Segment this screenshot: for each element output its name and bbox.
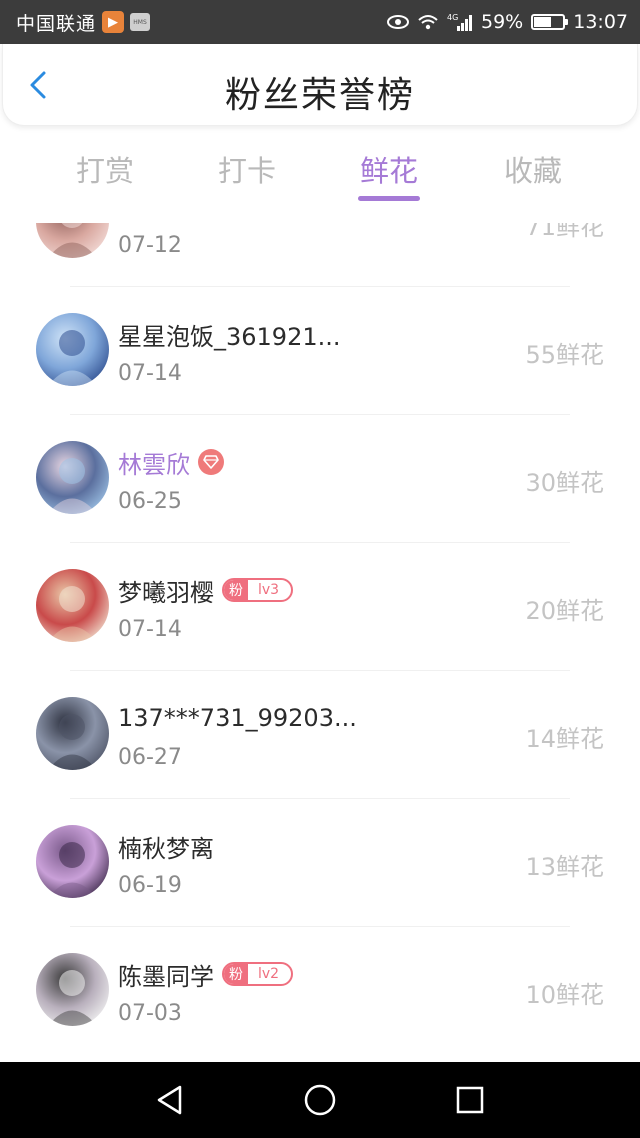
ranking-row[interactable]: 星星泡饭_361921... 07-14 55鲜花 [0,286,640,414]
tab-label: 收藏 [503,154,562,188]
user-name[interactable]: 星星泡饭_361921... [118,317,341,352]
network-type-label: 4G [447,13,458,22]
gift-date: 06-25 [118,489,182,514]
status-bar: 中国联通 ▶ HMS 4G 59% 13:07 [0,0,640,44]
gift-date: 07-14 [118,617,182,642]
user-name[interactable]: 137***731_99203... [118,704,357,732]
flower-count: 30鲜花 [525,469,604,497]
tab-3[interactable]: 收藏 [462,140,604,210]
circle-home-icon [304,1084,336,1116]
name-line: 梦曦羽樱粉 lv3 [118,573,294,608]
user-name[interactable]: 也渡 [118,223,166,224]
fan-level-badge: 粉 lv2 [222,962,294,986]
name-line: 楠秋梦离 [118,829,214,864]
fan-badge-label: 粉 [224,964,248,984]
ranking-row[interactable]: 也渡 07-12 71鲜花 [0,223,640,286]
flower-count: 13鲜花 [525,853,604,881]
fan-badge-level: lv2 [258,966,280,982]
app-notification-icon: ▶ [102,11,125,33]
nav-recents-button[interactable] [450,1080,490,1120]
gift-date: 07-12 [118,233,182,258]
ranking-row[interactable]: 林雲欣 06-25 30鲜花 [0,414,640,542]
tab-2[interactable]: 鲜花 [318,140,460,210]
avatar[interactable] [36,313,109,386]
tab-label: 鲜花 [359,154,418,188]
carrier-name: 中国联通 [16,12,97,35]
square-recents-icon [456,1086,484,1114]
user-name[interactable]: 陈墨同学 [118,957,214,992]
avatar[interactable] [36,697,109,770]
name-line: 陈墨同学粉 lv2 [118,957,294,992]
triangle-back-icon [157,1085,182,1115]
user-name[interactable]: 梦曦羽樱 [118,573,214,608]
name-line: 林雲欣 [118,445,224,480]
ranking-row[interactable]: 楠秋梦离 06-19 13鲜花 [0,798,640,926]
user-name[interactable]: 楠秋梦离 [118,829,214,864]
tab-bar: 打赏 打卡 鲜花 收藏 [0,140,640,210]
flower-count: 20鲜花 [525,597,604,625]
avatar[interactable] [36,953,109,1026]
name-line: 星星泡饭_361921... [118,317,341,352]
fan-badge-level: lv3 [258,582,280,598]
fan-level-badge: 粉 lv3 [222,578,294,602]
clock: 13:07 [573,11,628,33]
ranking-list-content: 也渡 07-12 71鲜花星星泡饭_361921... 07-14 55鲜花林雲欣 06-… [0,223,640,1054]
nav-back-button[interactable] [150,1080,190,1120]
name-line: 137***731_99203... [118,702,357,734]
signal-icon: 4G [447,12,473,32]
ranking-list[interactable]: 也渡 07-12 71鲜花星星泡饭_361921... 07-14 55鲜花林雲欣 06-… [0,223,640,1061]
nav-home-button[interactable] [300,1080,340,1120]
gift-date: 07-03 [118,1001,182,1026]
battery-percent: 59% [481,11,524,33]
fan-badge-label: 粉 [224,580,248,600]
user-name[interactable]: 林雲欣 [118,445,190,480]
tab-label: 打赏 [75,154,134,188]
flower-count: 10鲜花 [525,981,604,1009]
avatar[interactable] [36,441,109,514]
avatar[interactable] [36,223,109,258]
wifi-icon [417,13,439,31]
header: 粉丝荣誉榜 [2,44,638,126]
page-title: 粉丝荣誉榜 [224,75,415,116]
flower-count: 55鲜花 [525,341,604,369]
flower-count: 14鲜花 [525,725,604,753]
gift-date: 06-19 [118,873,182,898]
tab-1[interactable]: 打卡 [176,140,318,210]
avatar[interactable] [36,569,109,642]
battery-icon [531,14,569,30]
battery-level [534,17,551,27]
ranking-row[interactable]: 梦曦羽樱粉 lv3 07-14 20鲜花 [0,542,640,670]
tab-label: 打卡 [217,154,276,188]
ranking-row[interactable]: 陈墨同学粉 lv2 07-03 10鲜花 [0,926,640,1054]
system-nav-bar [0,1062,640,1138]
active-tab-indicator [358,196,420,201]
gift-date: 07-14 [118,361,182,386]
ranking-row[interactable]: 137***731_99203... 06-27 14鲜花 [0,670,640,798]
hms-notification-icon: HMS [130,13,151,31]
flower-count: 71鲜花 [525,223,604,241]
gift-date: 06-27 [118,745,182,770]
avatar[interactable] [36,825,109,898]
eye-icon [387,14,409,30]
tab-0[interactable]: 打赏 [34,140,176,210]
diamond-icon [198,449,224,475]
